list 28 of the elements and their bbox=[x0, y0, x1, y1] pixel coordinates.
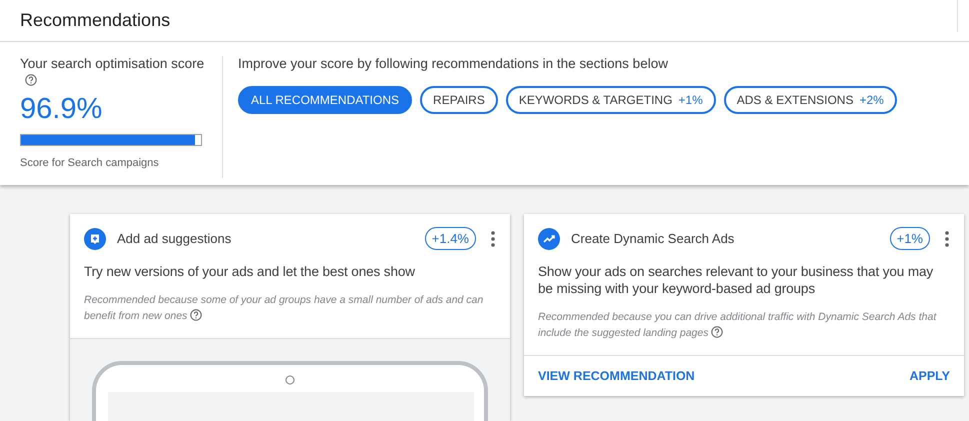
uplift-badge: +1% bbox=[890, 227, 930, 250]
more-options-icon[interactable] bbox=[945, 230, 949, 246]
score-caption: Score for Search campaigns bbox=[20, 156, 160, 172]
apply-link[interactable]: APPLY bbox=[909, 366, 950, 386]
uplift-text: +2% bbox=[859, 92, 884, 110]
help-icon[interactable] bbox=[190, 309, 202, 321]
filters-intro: Improve your score by following recommendations in the sections below bbox=[238, 56, 669, 72]
filter-chip[interactable]: REPAIRS bbox=[420, 86, 498, 114]
help-icon[interactable] bbox=[711, 326, 724, 338]
card-title: Add ad suggestions bbox=[117, 230, 232, 248]
help-icon[interactable] bbox=[25, 74, 37, 86]
filter-chip[interactable]: KEYWORDS & TARGETING +1% bbox=[506, 86, 716, 114]
view-recommendation-link[interactable]: VIEW RECOMMENDATION bbox=[538, 366, 695, 386]
card-title: Create Dynamic Search Ads bbox=[571, 230, 734, 248]
filter-chip[interactable]: ADS & EXTENSIONS +2% bbox=[724, 86, 897, 114]
filter-chip[interactable]: ALL RECOMMENDATIONS bbox=[238, 86, 412, 114]
uplift-text: +1% bbox=[678, 92, 703, 110]
uplift-badge: +1.4% bbox=[424, 227, 476, 250]
score-value: 96.9% bbox=[20, 92, 104, 126]
score-label: Your search optimisation score bbox=[20, 56, 206, 72]
page-title: Recommendations bbox=[20, 9, 170, 32]
more-options-icon[interactable] bbox=[491, 230, 495, 246]
card-reason: Recommended because you can drive additional traffic with Dynamic Search Ads that include the suggested landing pages bbox=[537, 310, 938, 341]
card-headline: Try new versions of your ads and let the best ones show bbox=[83, 263, 416, 280]
ad-icon bbox=[84, 228, 106, 250]
card-reason: Recommended because some of your ad groups have a small number of ads and can benefit from new ones bbox=[83, 293, 484, 324]
card-headline: Show your ads on searches relevant to your business that you may be missing with your keyword-based ad groups bbox=[537, 263, 934, 297]
trend-icon bbox=[538, 228, 560, 250]
